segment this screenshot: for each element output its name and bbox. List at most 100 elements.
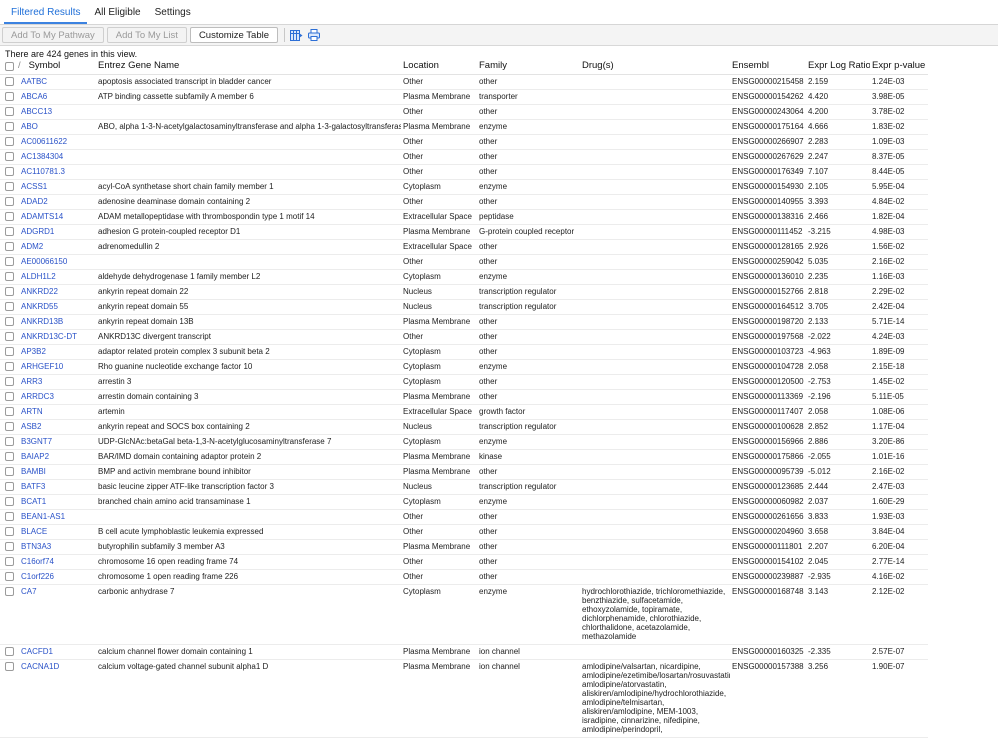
tab-filtered-results[interactable]: Filtered Results xyxy=(4,7,88,24)
row-checkbox[interactable] xyxy=(0,135,16,150)
gene-symbol-link[interactable]: AATBC xyxy=(16,75,96,90)
gene-symbol-link[interactable]: BLACE xyxy=(16,525,96,540)
add-to-list-button[interactable]: Add To My List xyxy=(106,27,187,43)
gene-symbol-link[interactable]: BAMBI xyxy=(16,465,96,480)
gene-symbol-link[interactable]: BCAT1 xyxy=(16,495,96,510)
row-checkbox[interactable] xyxy=(0,330,16,345)
gene-symbol-link[interactable]: ABCA6 xyxy=(16,90,96,105)
gene-symbol-link[interactable]: ABO xyxy=(16,120,96,135)
table-row[interactable]: ABO ABO, alpha 1-3-N-acetylgalactosaminyl… xyxy=(0,120,928,135)
gene-symbol-link[interactable]: ANKRD22 xyxy=(16,285,96,300)
gene-symbol-link[interactable]: AC00611622 xyxy=(16,135,96,150)
table-row[interactable]: B3GNT7 UDP-GlcNAc:betaGal beta-1,3-N-acet… xyxy=(0,435,928,450)
column-header-family[interactable]: Family xyxy=(477,60,580,75)
row-checkbox[interactable] xyxy=(0,165,16,180)
gene-symbol-link[interactable]: ASB2 xyxy=(16,420,96,435)
table-row[interactable]: ADAD2 adenosine deaminase domain containi… xyxy=(0,195,928,210)
table-row[interactable]: ANKRD13C-DT ANKRD13C divergent transcript… xyxy=(0,330,928,345)
column-header-ensembl[interactable]: Ensembl xyxy=(730,60,806,75)
gene-symbol-link[interactable]: ABCC13 xyxy=(16,105,96,120)
table-row[interactable]: CA7 carbonic anhydrase 7 Cytoplasm enzyme hy… xyxy=(0,585,928,645)
row-checkbox[interactable] xyxy=(0,345,16,360)
table-row[interactable]: BCAT1 branched chain amino acid transamin… xyxy=(0,495,928,510)
gene-symbol-link[interactable]: BAIAP2 xyxy=(16,450,96,465)
table-row[interactable]: AATBC apoptosis associated transcript in … xyxy=(0,75,928,90)
tab-settings[interactable]: Settings xyxy=(148,7,198,24)
column-header-expr-p-value[interactable]: Expr p-value xyxy=(870,60,928,75)
gene-symbol-link[interactable]: ADAMTS14 xyxy=(16,210,96,225)
row-checkbox[interactable] xyxy=(0,570,16,585)
row-checkbox[interactable] xyxy=(0,585,16,645)
table-row[interactable]: ANKRD55 ankyrin repeat domain 55 Nucleus tr… xyxy=(0,300,928,315)
row-checkbox[interactable] xyxy=(0,75,16,90)
table-row[interactable]: C1orf226 chromosome 1 open reading frame … xyxy=(0,570,928,585)
row-checkbox[interactable] xyxy=(0,435,16,450)
table-row[interactable]: ARRDC3 arrestin domain containing 3 Plasma… xyxy=(0,390,928,405)
table-row[interactable]: ADAMTS14 ADAM metallopeptidase with throm… xyxy=(0,210,928,225)
table-row[interactable]: BLACE B cell acute lymphoblastic leukemia… xyxy=(0,525,928,540)
row-checkbox[interactable] xyxy=(0,315,16,330)
column-header-symbol[interactable]: / Symbol xyxy=(16,60,96,75)
tab-all-eligible[interactable]: All Eligible xyxy=(87,7,147,24)
gene-symbol-link[interactable]: ADAD2 xyxy=(16,195,96,210)
gene-symbol-link[interactable]: B3GNT7 xyxy=(16,435,96,450)
table-row[interactable]: ANKRD22 ankyrin repeat domain 22 Nucleus tr… xyxy=(0,285,928,300)
row-checkbox[interactable] xyxy=(0,480,16,495)
row-checkbox[interactable] xyxy=(0,465,16,480)
table-row[interactable]: BAIAP2 BAR/IMD domain containing adaptor … xyxy=(0,450,928,465)
row-checkbox[interactable] xyxy=(0,240,16,255)
table-row[interactable]: ABCA6 ATP binding cassette subfamily A me… xyxy=(0,90,928,105)
row-checkbox[interactable] xyxy=(0,390,16,405)
row-checkbox[interactable] xyxy=(0,450,16,465)
gene-symbol-link[interactable]: CA7 xyxy=(16,585,96,645)
gene-symbol-link[interactable]: ARHGEF10 xyxy=(16,360,96,375)
table-row[interactable]: CACNA1D calcium voltage-gated channel sub… xyxy=(0,660,928,738)
row-checkbox[interactable] xyxy=(0,150,16,165)
row-checkbox[interactable] xyxy=(0,300,16,315)
row-checkbox[interactable] xyxy=(0,285,16,300)
row-checkbox[interactable] xyxy=(0,555,16,570)
select-all-checkbox[interactable] xyxy=(0,60,16,75)
gene-symbol-link[interactable]: ALDH1L2 xyxy=(16,270,96,285)
table-row[interactable]: BEAN1-AS1 Other other ENSG00000261656 3.833 1… xyxy=(0,510,928,525)
print-icon[interactable] xyxy=(308,29,320,41)
table-row[interactable]: ALDH1L2 aldehyde dehydrogenase 1 family m… xyxy=(0,270,928,285)
row-checkbox[interactable] xyxy=(0,255,16,270)
column-header-entrez-gene-name[interactable]: Entrez Gene Name xyxy=(96,60,401,75)
gene-symbol-link[interactable]: ADM2 xyxy=(16,240,96,255)
row-checkbox[interactable] xyxy=(0,270,16,285)
table-row[interactable]: ABCC13 Other other ENSG00000243064 4.200 3.78… xyxy=(0,105,928,120)
row-checkbox[interactable] xyxy=(0,645,16,660)
row-checkbox[interactable] xyxy=(0,210,16,225)
table-row[interactable]: AC1384304 Other other ENSG00000267629 2.247 8… xyxy=(0,150,928,165)
gene-symbol-link[interactable]: ARR3 xyxy=(16,375,96,390)
row-checkbox[interactable] xyxy=(0,495,16,510)
table-row[interactable]: BATF3 basic leucine zipper ATF-like trans… xyxy=(0,480,928,495)
table-row[interactable]: ARR3 arrestin 3 Cytoplasm other ENSG00000120… xyxy=(0,375,928,390)
gene-symbol-link[interactable]: AC110781.3 xyxy=(16,165,96,180)
row-checkbox[interactable] xyxy=(0,90,16,105)
gene-symbol-link[interactable]: BATF3 xyxy=(16,480,96,495)
gene-symbol-link[interactable]: ARRDC3 xyxy=(16,390,96,405)
table-row[interactable]: AE00066150 Other other ENSG00000259042 5.035… xyxy=(0,255,928,270)
gene-symbol-link[interactable]: AP3B2 xyxy=(16,345,96,360)
gene-symbol-link[interactable]: ARTN xyxy=(16,405,96,420)
table-row[interactable]: ACSS1 acyl-CoA synthetase short chain fam… xyxy=(0,180,928,195)
table-row[interactable]: C16orf74 chromosome 16 open reading frame… xyxy=(0,555,928,570)
column-header-location[interactable]: Location xyxy=(401,60,477,75)
table-row[interactable]: AC00611622 Other other ENSG00000266907 2.283… xyxy=(0,135,928,150)
row-checkbox[interactable] xyxy=(0,420,16,435)
table-row[interactable]: AC110781.3 Other other ENSG00000176349 7.107… xyxy=(0,165,928,180)
table-row[interactable]: AP3B2 adaptor related protein complex 3 s… xyxy=(0,345,928,360)
row-checkbox[interactable] xyxy=(0,510,16,525)
gene-symbol-link[interactable]: C16orf74 xyxy=(16,555,96,570)
row-checkbox[interactable] xyxy=(0,225,16,240)
table-row[interactable]: ADM2 adrenomedullin 2 Extracellular Space o… xyxy=(0,240,928,255)
table-row[interactable]: BTN3A3 butyrophilin subfamily 3 member A3… xyxy=(0,540,928,555)
row-checkbox[interactable] xyxy=(0,120,16,135)
row-checkbox[interactable] xyxy=(0,540,16,555)
add-to-pathway-button[interactable]: Add To My Pathway xyxy=(2,27,104,43)
gene-symbol-link[interactable]: CACNA1D xyxy=(16,660,96,738)
gene-symbol-link[interactable]: AC1384304 xyxy=(16,150,96,165)
table-row[interactable]: CACFD1 calcium channel flower domain cont… xyxy=(0,645,928,660)
